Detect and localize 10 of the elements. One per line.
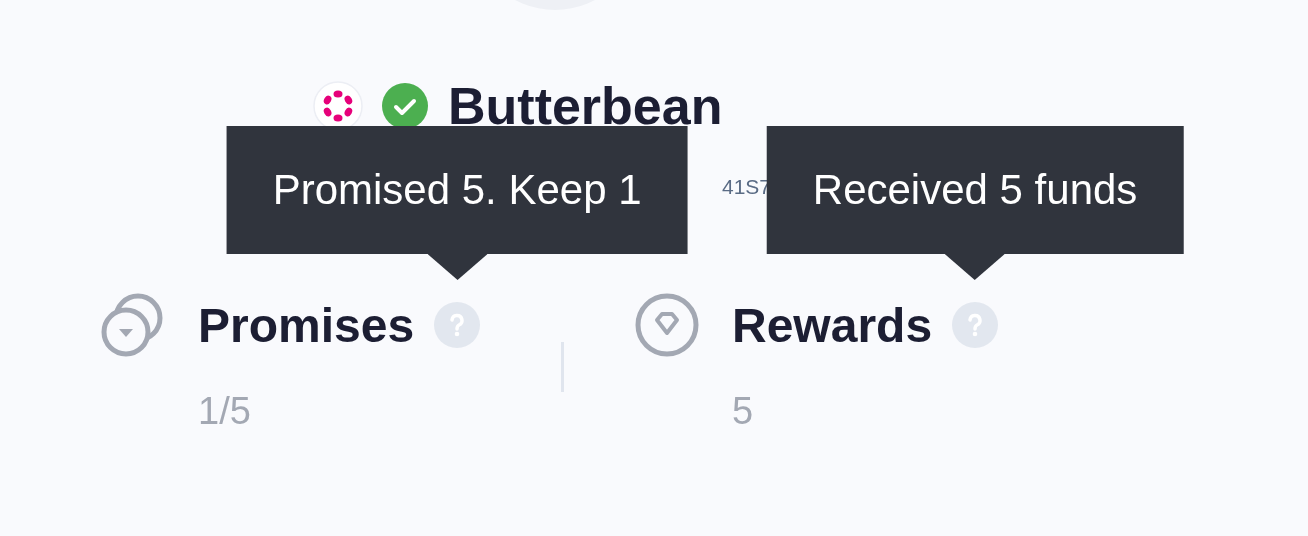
- stat-value: 5: [731, 390, 755, 433]
- stat-label: Rewards: [732, 297, 933, 353]
- profile-name: Butterbean: [448, 78, 723, 134]
- help-icon[interactable]: [952, 302, 999, 348]
- stat-label: Promises: [198, 297, 415, 353]
- help-icon[interactable]: [434, 302, 481, 348]
- stat-value: 1/5: [197, 390, 252, 433]
- tooltip-text: Promised 5. Keep 1: [272, 166, 642, 214]
- tooltip-text: Received 5 funds: [812, 166, 1138, 214]
- diamond-coin-icon: [634, 292, 700, 358]
